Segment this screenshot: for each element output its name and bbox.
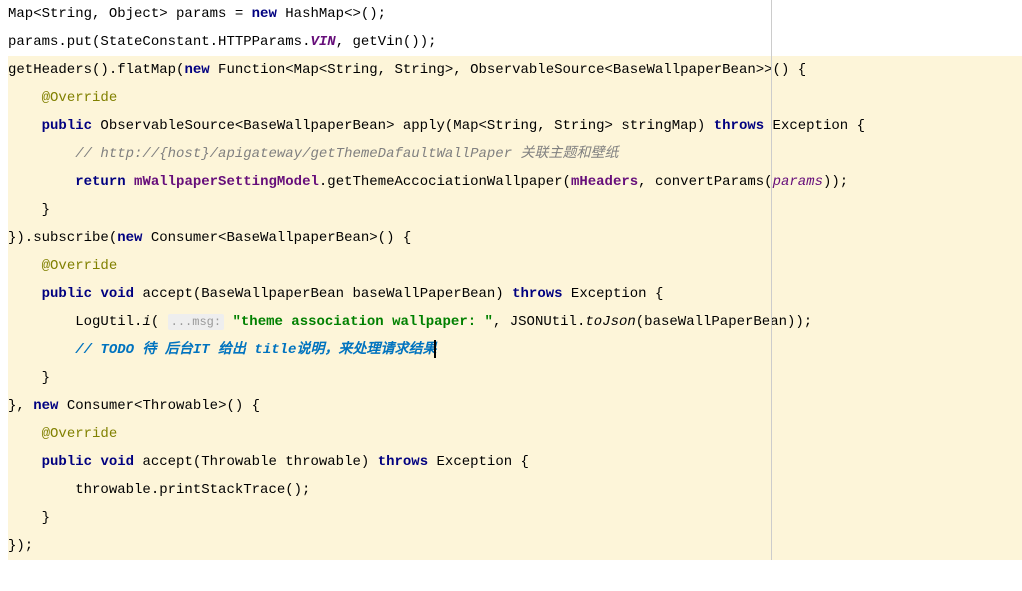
keyword-new: new	[117, 230, 142, 246]
code-line[interactable]: @Override	[8, 420, 1022, 448]
code-text: Exception {	[764, 118, 865, 134]
code-text: .	[210, 34, 218, 50]
code-text: , getVin());	[336, 34, 437, 50]
code-text: }).subscribe(	[8, 230, 117, 246]
indent	[8, 118, 42, 134]
code-text: },	[8, 398, 33, 414]
indent	[8, 286, 42, 302]
code-line[interactable]: @Override	[8, 84, 1022, 112]
variable: params	[773, 174, 823, 190]
keyword-public: public	[42, 118, 92, 134]
indent	[8, 342, 75, 358]
code-text: , JSONUtil.	[493, 314, 585, 330]
code-line[interactable]: // http://{host}/apigateway/getThemeDafa…	[8, 140, 1022, 168]
indent	[8, 202, 42, 218]
code-line[interactable]: public void accept(Throwable throwable) …	[8, 448, 1022, 476]
code-text: Exception {	[563, 286, 664, 302]
code-line[interactable]: getHeaders().flatMap(new Function<Map<St…	[8, 56, 1022, 84]
code-line[interactable]: LogUtil.i( ...msg: "theme association wa…	[8, 308, 1022, 336]
margin-guide	[771, 0, 772, 560]
indent	[8, 314, 75, 330]
annotation: @Override	[42, 90, 118, 106]
indent	[8, 90, 42, 106]
code-text: (	[151, 314, 168, 330]
indent	[8, 454, 42, 470]
code-line[interactable]: public void accept(BaseWallpaperBean bas…	[8, 280, 1022, 308]
code-text: .getThemeAccociationWallpaper(	[319, 174, 571, 190]
keyword-throws: throws	[714, 118, 764, 134]
code-line[interactable]: public ObservableSource<BaseWallpaperBea…	[8, 112, 1022, 140]
code-line[interactable]: }).subscribe(new Consumer<BaseWallpaperB…	[8, 224, 1022, 252]
keyword-public: public	[42, 454, 92, 470]
keyword-new: new	[184, 62, 209, 78]
code-text: Map<String, Object> params =	[8, 6, 252, 22]
keyword-public: public	[42, 286, 92, 302]
code-text: Function<Map<String, String>, Observable…	[210, 62, 807, 78]
indent	[8, 258, 42, 274]
code-text: , convertParams(	[638, 174, 772, 190]
code-text: }	[42, 202, 50, 218]
code-text: }	[42, 370, 50, 386]
code-text: }	[42, 510, 50, 526]
code-line[interactable]: }, new Consumer<Throwable>() {	[8, 392, 1022, 420]
code-line[interactable]: }	[8, 364, 1022, 392]
code-text: (baseWallPaperBean));	[636, 314, 812, 330]
param-hint: ...msg:	[168, 314, 224, 330]
indent	[8, 174, 75, 190]
code-line[interactable]: params.put(StateConstant.HTTPParams.VIN,…	[8, 28, 1022, 56]
code-line[interactable]: // TODO 待 后台IT 给出 title说明，来处理请求结果	[8, 336, 1022, 364]
code-line[interactable]: Map<String, Object> params = new HashMap…	[8, 0, 1022, 28]
method-call: toJson	[585, 314, 635, 330]
indent	[8, 482, 75, 498]
keyword-return: return	[75, 174, 125, 190]
code-text: Consumer<BaseWallpaperBean>() {	[142, 230, 411, 246]
comment: // http://{host}/apigateway/getThemeDafa…	[75, 146, 618, 162]
code-line[interactable]: }	[8, 196, 1022, 224]
code-line[interactable]: });	[8, 532, 1022, 560]
keyword-throws: throws	[512, 286, 562, 302]
code-text: getHeaders().flatMap(	[8, 62, 184, 78]
code-line[interactable]: return mWallpaperSettingModel.getThemeAc…	[8, 168, 1022, 196]
class-ref: HTTPParams	[218, 34, 302, 50]
indent	[8, 426, 42, 442]
code-text: });	[8, 538, 33, 554]
code-text: LogUtil.	[75, 314, 142, 330]
keyword-void: void	[100, 454, 134, 470]
code-text: HashMap<>();	[277, 6, 386, 22]
indent	[8, 146, 75, 162]
indent	[8, 510, 42, 526]
class-ref: StateConstant	[100, 34, 209, 50]
code-text: ));	[823, 174, 848, 190]
code-text: accept(BaseWallpaperBean baseWallPaperBe…	[134, 286, 512, 302]
code-line[interactable]: }	[8, 504, 1022, 532]
code-line[interactable]: throwable.printStackTrace();	[8, 476, 1022, 504]
code-editor[interactable]: Map<String, Object> params = new HashMap…	[0, 0, 1022, 560]
constant: VIN	[310, 34, 335, 50]
method-call: i	[142, 314, 150, 330]
code-text: accept(Throwable throwable)	[134, 454, 378, 470]
todo-comment: // TODO 待 后台IT 给出 title说明，来处理请求结果	[75, 342, 436, 358]
code-text: Exception {	[428, 454, 529, 470]
keyword-new: new	[252, 6, 277, 22]
keyword-new: new	[33, 398, 58, 414]
annotation: @Override	[42, 426, 118, 442]
annotation: @Override	[42, 258, 118, 274]
text-cursor	[434, 340, 436, 358]
code-text	[126, 174, 134, 190]
indent	[8, 370, 42, 386]
code-text: ObservableSource<BaseWallpaperBean> appl…	[92, 118, 714, 134]
keyword-void: void	[100, 286, 134, 302]
keyword-throws: throws	[378, 454, 428, 470]
string-literal: "theme association wallpaper: "	[232, 314, 492, 330]
code-text: throwable.printStackTrace();	[75, 482, 310, 498]
code-text: params.put(	[8, 34, 100, 50]
code-line[interactable]: @Override	[8, 252, 1022, 280]
field-ref: mWallpaperSettingModel	[134, 174, 319, 190]
code-text: Consumer<Throwable>() {	[58, 398, 260, 414]
field-ref: mHeaders	[571, 174, 638, 190]
